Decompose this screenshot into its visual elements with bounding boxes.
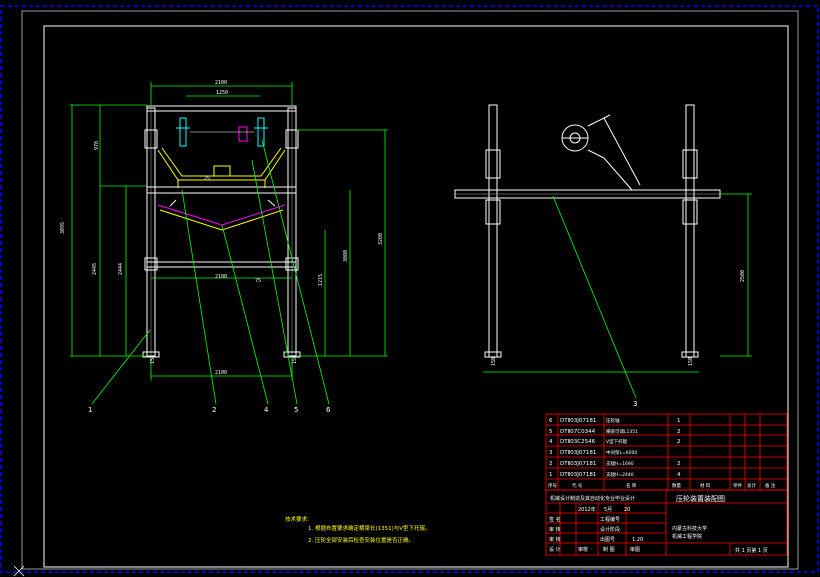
bom-no: 5 — [549, 429, 553, 435]
hdr-remarks: 备 注 — [765, 482, 776, 489]
bom-qty: 1 — [677, 418, 681, 424]
bom-code: DTⅡ03C2546 — [560, 439, 596, 445]
notes-heading: 技术要求: — [285, 515, 309, 523]
hdr-name: 名 称 — [626, 482, 637, 489]
balloon-3: 3 — [633, 400, 637, 408]
project-name: 机械设计制造及其自动化专业毕业设计 — [550, 495, 635, 502]
dim-upper: 978 — [94, 141, 100, 150]
bom-qty: 2 — [677, 439, 681, 445]
dim-foot-right: 150 — [292, 355, 298, 364]
hdr-qty: 数量 — [672, 482, 681, 489]
bom-no: 6 — [549, 418, 553, 424]
dim-side-foot-right: 150 — [688, 357, 694, 366]
dim-small: 75 — [255, 278, 261, 284]
side-view — [454, 104, 721, 358]
part-balloons: 1 2 4 5 6 3 — [88, 400, 637, 414]
bom-text: 6 DTⅡ03J07181 压轮轴 1 5 DTⅡ07C0344 横梁可调L1351 2 4 DT… — [548, 417, 776, 489]
tb-item-2: 设计阶段 — [600, 526, 620, 533]
bom-code: DTⅡ07C0344 — [560, 429, 596, 435]
tb-role-1: 签 名 — [549, 516, 561, 523]
bom-qty: 4 — [677, 472, 681, 478]
bom-no: 2 — [549, 461, 553, 467]
tb-role-3: 审 核 — [549, 536, 561, 543]
bom-name: 中间架L=6000 — [606, 449, 637, 456]
balloon-4: 4 — [264, 406, 269, 414]
notes-line-1: 1. 根据布置要求确定横梁长(1351)与V型下托辊。 — [308, 524, 431, 532]
hdr-no: 序号 — [548, 482, 557, 489]
bom-name: V型下托辊 — [606, 438, 628, 445]
bom-header: 序号 代 号 名 称 数量 材 料 单件 总计 备 注 — [548, 482, 776, 489]
hdr-unit: 单件 — [733, 482, 742, 489]
dim-side-foot-left: 150 — [491, 357, 497, 366]
tb-c2: 制 图 — [603, 546, 615, 553]
dim-h-left2: 2444 — [118, 263, 124, 275]
front-view — [142, 105, 301, 358]
dim-h-inner: 1215 — [318, 274, 324, 286]
bom-no: 4 — [549, 439, 553, 445]
balloon-6: 6 — [326, 406, 331, 414]
ucs-icon — [13, 565, 25, 577]
tb-item-1: 工程编号 — [600, 516, 620, 523]
technical-notes: 技术要求: 1. 根据布置要求确定横梁长(1351)与V型下托辊。 2. 压轮全… — [285, 515, 431, 544]
dim-h-right2: 3080 — [343, 250, 349, 262]
sheet-outer-border — [0, 5, 819, 573]
hdr-total: 总计 — [747, 482, 756, 489]
bom-name: 压轮轴 — [606, 417, 620, 424]
drawing-title: 压轮装置装配图 — [676, 494, 725, 503]
dim-front-mid: 2100 — [215, 274, 227, 280]
dim-h-right: 3280 — [378, 233, 384, 245]
dim-side-height: 2500 — [740, 270, 746, 282]
cad-drawing-canvas: 2100 1250 2100 2100 3095 2445 2444 978 3… — [0, 5, 819, 577]
tb-c1: 审核 — [578, 546, 588, 553]
date-day: 20 — [624, 507, 630, 513]
bom-code: DTⅡ03J07181 — [560, 461, 596, 467]
balloon-2: 2 — [212, 406, 216, 414]
school-name: 内蒙古科技大学 — [672, 525, 707, 532]
bom-code: DTⅡ03J07181 — [560, 450, 596, 456]
sheet-inner-border — [21, 10, 799, 570]
bom-name: 横梁可调L1351 — [606, 428, 638, 435]
tb-role-2: 审 核 — [549, 526, 561, 533]
bom-code: DTⅡ03J07181 — [560, 418, 596, 424]
dim-foot-left: 150 — [150, 355, 156, 364]
balloon-5: 5 — [294, 406, 298, 414]
dim-front-top: 2100 — [215, 80, 227, 86]
tb-role-4: 设 计 — [549, 546, 561, 553]
dim-front-inner: 1250 — [216, 90, 228, 96]
balloon-1: 1 — [88, 406, 92, 414]
hdr-code: 代 号 — [572, 482, 583, 489]
bom-name: 支腿H=2440 — [606, 471, 634, 478]
sheet-number: 共 1 页第 1 页 — [735, 547, 768, 554]
bom-qty: 2 — [677, 461, 681, 467]
dim-h-total: 3095 — [60, 222, 66, 234]
date-year: 2012年 — [578, 506, 596, 513]
side-dimensions — [483, 193, 752, 399]
date-month: 5月 — [604, 507, 612, 513]
tb-item-3: 出图号 — [600, 536, 615, 543]
dim-h-left: 2445 — [92, 263, 98, 275]
bom-qty: 2 — [677, 429, 681, 435]
dim-small2: 25 — [204, 176, 210, 182]
bom-no: 1 — [549, 472, 553, 478]
bom-code: DTⅡ03J07181 — [560, 472, 596, 478]
dim-front-bottom: 2100 — [215, 370, 227, 376]
tb-c3: 审图 — [630, 546, 640, 553]
bom-no: 3 — [549, 450, 553, 456]
hdr-material: 材 料 — [700, 482, 711, 489]
front-dimensions — [70, 82, 388, 405]
notes-line-2: 2. 压轮全部安装后检查安装位置是否正确。 — [308, 536, 414, 544]
drawing-scale: 1:20 — [632, 537, 643, 543]
bom-name: 支腿H=1690 — [606, 460, 634, 467]
department-name: 机械工程学院 — [672, 533, 702, 540]
dimension-labels: 2100 1250 2100 2100 3095 2445 2444 978 3… — [60, 80, 746, 376]
